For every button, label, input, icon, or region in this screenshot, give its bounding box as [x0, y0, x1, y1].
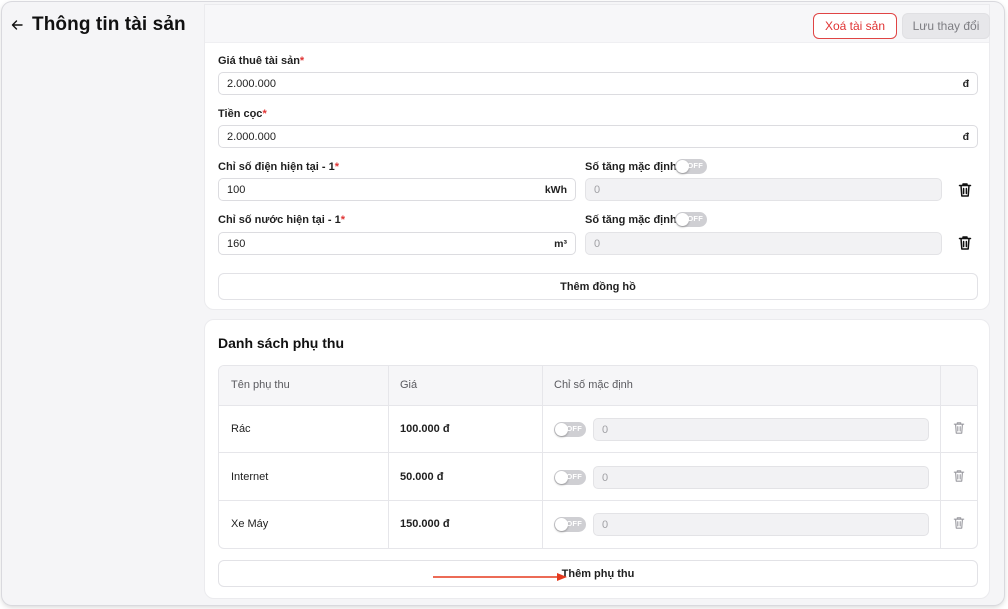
- toggle-state: OFF: [566, 519, 582, 528]
- section-title: Danh sách phụ thu: [218, 335, 344, 351]
- deposit-input[interactable]: 2.000.000 đ: [218, 125, 978, 148]
- trash-icon[interactable]: [958, 182, 972, 198]
- toggle-state: OFF: [566, 424, 582, 433]
- trash-icon[interactable]: [953, 421, 965, 435]
- table-row: Rác 100.000 đ OFF 0: [219, 406, 977, 453]
- surcharge-default-input: 0: [593, 466, 929, 489]
- surcharge-default-input: 0: [593, 513, 929, 536]
- electric-default-label: Số tăng mặc định: [585, 161, 677, 173]
- table-row: Xe Máy 150.000 đ OFF 0: [219, 501, 977, 548]
- deposit-label: Tiền cọc*: [218, 108, 267, 120]
- surcharge-table: Tên phụ thu Giá Chỉ số mặc định Rác 100.…: [218, 365, 978, 549]
- surcharges-card: Danh sách phụ thu Tên phụ thu Giá Chỉ số…: [204, 319, 990, 599]
- surcharge-default-input: 0: [593, 418, 929, 441]
- asset-info-card: Xoá tài sản Lưu thay đổi Giá thuê tài sả…: [204, 4, 990, 310]
- red-arrow-icon: [433, 573, 567, 581]
- trash-icon[interactable]: [953, 469, 965, 483]
- surcharge-price: 150.000 đ: [400, 518, 450, 530]
- surcharge-default-toggle[interactable]: OFF: [554, 517, 586, 532]
- table-row: Internet 50.000 đ OFF 0: [219, 454, 977, 501]
- surcharge-name: Rác: [231, 423, 251, 435]
- add-meter-button[interactable]: Thêm đồng hồ: [218, 273, 978, 300]
- table-header: Tên phụ thu Giá Chỉ số mặc định: [219, 366, 977, 406]
- trash-icon[interactable]: [958, 235, 972, 251]
- electric-meter-label: Chỉ số điện hiện tại - 1*: [218, 161, 340, 173]
- toggle-state: OFF: [687, 161, 703, 170]
- electric-default-toggle[interactable]: OFF: [675, 159, 707, 174]
- surcharge-name: Internet: [231, 471, 269, 483]
- surcharge-price: 100.000 đ: [400, 423, 450, 435]
- water-default-input: 0: [585, 232, 942, 255]
- delete-asset-button[interactable]: Xoá tài sản: [813, 13, 897, 39]
- rent-input[interactable]: 2.000.000 đ: [218, 72, 978, 95]
- app-window: Thông tin tài sản Xoá tài sản Lưu thay đ…: [2, 2, 1004, 605]
- electric-default-input: 0: [585, 178, 942, 201]
- toggle-state: OFF: [566, 472, 582, 481]
- surcharge-default-toggle[interactable]: OFF: [554, 422, 586, 437]
- trash-icon[interactable]: [953, 516, 965, 530]
- rent-label: Giá thuê tài sản*: [218, 55, 305, 67]
- arrow-left-icon[interactable]: [10, 18, 24, 32]
- water-meter-input[interactable]: 160 m³: [218, 232, 576, 255]
- water-meter-label: Chỉ số nước hiện tại - 1*: [218, 214, 346, 226]
- surcharge-default-toggle[interactable]: OFF: [554, 470, 586, 485]
- page-header: Thông tin tài sản: [10, 14, 186, 36]
- column-price: Giá: [400, 379, 418, 391]
- column-default: Chỉ số mặc định: [554, 379, 633, 391]
- surcharge-price: 50.000 đ: [400, 471, 444, 483]
- surcharge-name: Xe Máy: [231, 518, 269, 530]
- water-default-label: Số tăng mặc định: [585, 214, 677, 226]
- save-changes-button[interactable]: Lưu thay đổi: [902, 13, 990, 39]
- action-bar: Xoá tài sản Lưu thay đổi: [205, 5, 990, 43]
- page-title: Thông tin tài sản: [32, 14, 186, 35]
- water-default-toggle[interactable]: OFF: [675, 212, 707, 227]
- electric-meter-input[interactable]: 100 kWh: [218, 178, 576, 201]
- column-name: Tên phụ thu: [231, 379, 290, 391]
- toggle-state: OFF: [687, 214, 703, 223]
- add-surcharge-button[interactable]: Thêm phụ thu: [218, 560, 978, 587]
